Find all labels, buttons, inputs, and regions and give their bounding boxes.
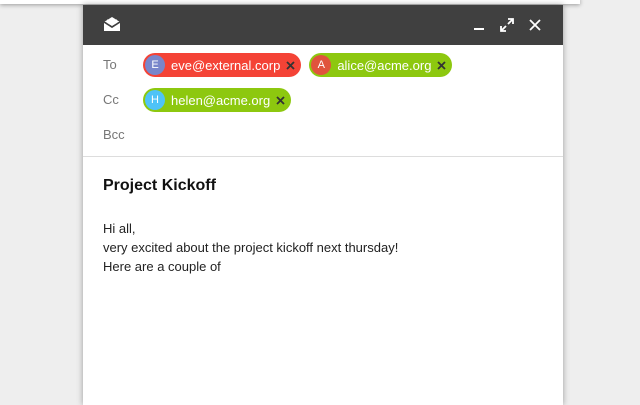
to-label[interactable]: To: [103, 57, 117, 72]
cc-field[interactable]: Cc H helen@acme.org: [83, 88, 563, 112]
cc-label[interactable]: Cc: [103, 92, 119, 107]
body-line: Hi all,: [103, 221, 136, 236]
subject-field[interactable]: Project Kickoff: [103, 177, 216, 195]
cc-chips: H helen@acme.org: [143, 88, 299, 112]
avatar: H: [145, 90, 165, 110]
recipient-email: eve@external.corp: [171, 57, 281, 73]
message-body[interactable]: Hi all, very excited about the project k…: [103, 219, 543, 399]
recipient-chip[interactable]: A alice@acme.org: [309, 53, 453, 77]
bcc-input[interactable]: [143, 123, 543, 147]
body-line: very excited about the project kickoff n…: [103, 240, 399, 255]
remove-recipient-icon[interactable]: [285, 60, 295, 70]
remove-recipient-icon[interactable]: [275, 95, 285, 105]
bcc-field[interactable]: Bcc: [83, 123, 563, 147]
remove-recipient-icon[interactable]: [436, 60, 446, 70]
avatar: E: [145, 55, 165, 75]
recipient-chip[interactable]: H helen@acme.org: [143, 88, 292, 112]
avatar: A: [311, 55, 332, 75]
to-chips: E eve@external.corp A alice@acme.org: [143, 53, 460, 77]
to-field[interactable]: To E eve@external.corp A alice@acme.org: [83, 53, 563, 77]
bcc-label[interactable]: Bcc: [103, 127, 125, 142]
close-icon[interactable]: [525, 15, 545, 35]
compose-header: [83, 5, 563, 45]
expand-icon[interactable]: [497, 15, 517, 35]
body-line: Here are a couple of: [103, 259, 221, 274]
compose-window: To E eve@external.corp A alice@acme.org: [83, 5, 563, 405]
mail-open-icon: [102, 14, 122, 34]
recipient-email: alice@acme.org: [337, 57, 432, 73]
recipient-email: helen@acme.org: [171, 92, 271, 108]
recipient-fields: To E eve@external.corp A alice@acme.org: [83, 45, 563, 157]
background-window: [0, 0, 580, 4]
recipient-chip[interactable]: E eve@external.corp: [143, 53, 302, 77]
minimize-icon[interactable]: [469, 15, 489, 35]
